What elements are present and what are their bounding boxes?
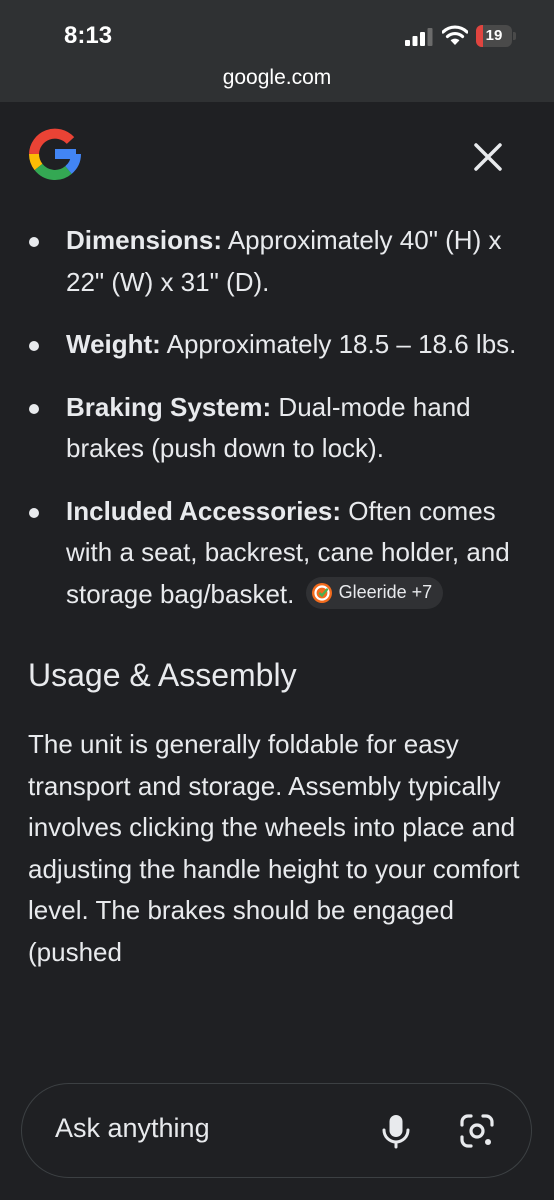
battery-level: 19 <box>485 27 503 44</box>
spec-item-braking: Braking System: Dual-mode hand brakes (p… <box>28 387 528 470</box>
spec-term: Included Accessories: <box>66 495 342 526</box>
spec-item-weight: Weight: Approximately 18.5 – 18.6 lbs. <box>28 324 528 366</box>
bullet-dot <box>29 507 39 518</box>
section-paragraph: The unit is generally foldable for easy … <box>28 729 520 967</box>
close-icon[interactable] <box>468 137 508 177</box>
spec-item-accessories: Included Accessories: Often comes with a… <box>28 491 528 616</box>
ask-bar[interactable]: Ask anything <box>21 1083 532 1178</box>
address-url[interactable]: google.com <box>223 66 332 90</box>
spec-term: Braking System: <box>66 391 272 422</box>
address-bar[interactable]: google.com <box>0 60 554 102</box>
spec-term: Weight: <box>66 329 161 359</box>
status-bar: 8:13 19 <box>0 0 554 60</box>
cellular-signal-icon <box>405 28 433 46</box>
mic-icon[interactable] <box>380 1113 412 1149</box>
ask-input[interactable]: Ask anything <box>55 1113 210 1144</box>
ai-answer: Dimensions: Approximately 40" (H) x 22" … <box>28 220 528 973</box>
source-chip-label: Gleeride +7 <box>338 581 433 602</box>
gleeride-favicon-icon <box>311 582 332 603</box>
bullet-dot <box>29 341 39 351</box>
source-chip[interactable]: Gleeride +7 <box>305 576 444 609</box>
status-time: 8:13 <box>64 22 113 49</box>
bullet-dot <box>29 403 39 414</box>
battery-indicator: 19 <box>476 25 516 47</box>
google-g-icon <box>28 128 81 180</box>
lens-icon[interactable] <box>459 1113 495 1149</box>
wifi-icon <box>442 25 468 45</box>
spec-term: Dimensions: <box>66 225 223 255</box>
spec-item-dimensions: Dimensions: Approximately 40" (H) x 22" … <box>28 220 528 303</box>
section-heading: Usage & Assembly <box>28 657 297 693</box>
bullet-dot <box>29 237 39 247</box>
battery-icon: 19 <box>476 25 512 47</box>
battery-nub <box>513 32 516 40</box>
spec-list: Dimensions: Approximately 40" (H) x 22" … <box>28 220 528 615</box>
spec-text: Approximately 18.5 – 18.6 lbs. <box>160 329 517 359</box>
